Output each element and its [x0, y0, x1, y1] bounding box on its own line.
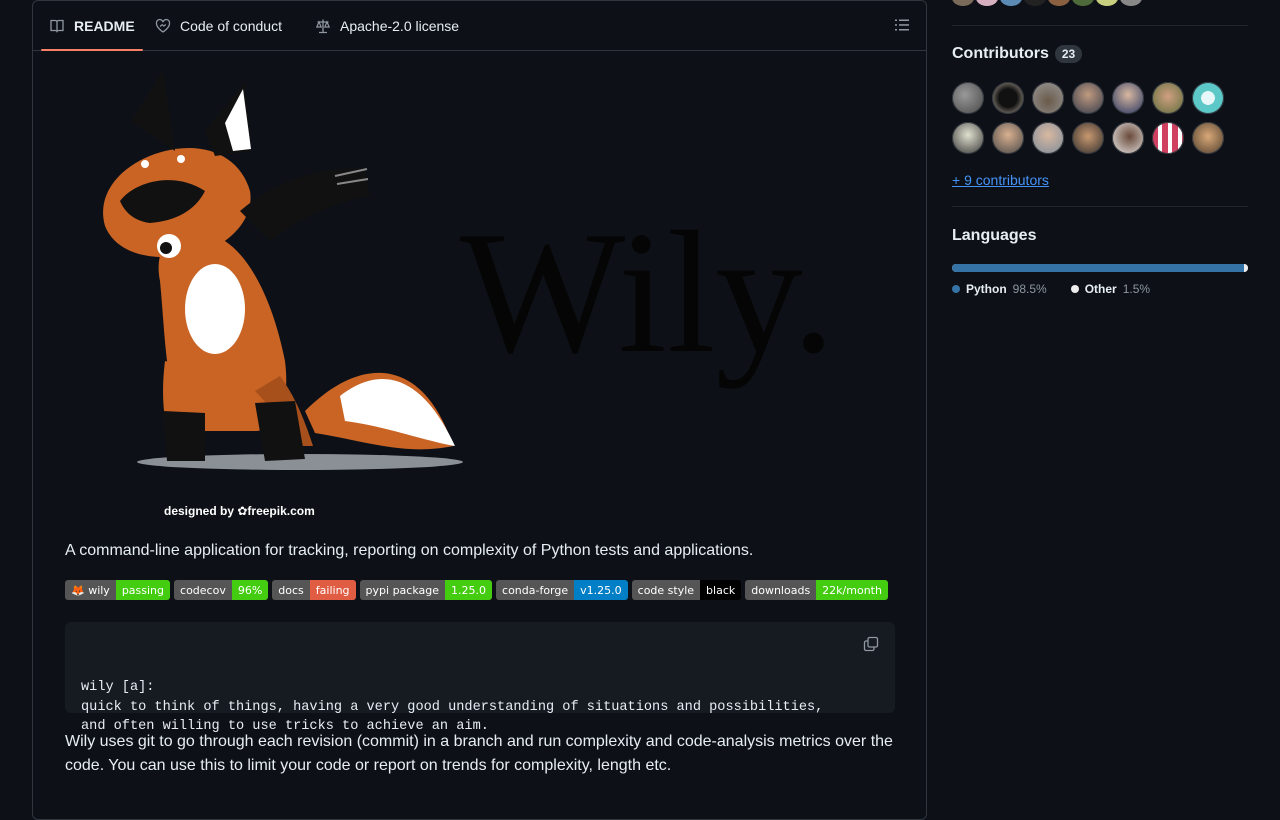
tab-code-of-conduct[interactable]: Code of conduct	[155, 1, 282, 50]
badge-label: downloads	[745, 580, 817, 600]
code-block: wily [a]: quick to think of things, havi…	[65, 622, 895, 734]
badge-label: 🦊 wily	[65, 580, 116, 600]
contributors-heading[interactable]: Contributors 23	[952, 45, 1083, 63]
language-name: Python	[966, 282, 1007, 296]
contributor-avatar[interactable]	[1192, 122, 1224, 154]
avatar[interactable]	[1096, 0, 1118, 6]
avatar[interactable]	[1120, 0, 1142, 6]
badge-value: 96%	[231, 580, 269, 600]
readme-description: A command-line application for tracking,…	[65, 542, 754, 559]
contributor-avatar[interactable]	[952, 82, 984, 114]
contributor-avatar[interactable]	[952, 122, 984, 154]
badge-wily-build[interactable]: 🦊 wily passing	[65, 580, 171, 600]
readme-tabs: README Code of conduct Apache-2.0 licens…	[33, 1, 926, 51]
tab-license-label: Apache-2.0 license	[340, 17, 460, 34]
divider	[952, 206, 1248, 207]
contributor-avatar[interactable]	[1192, 82, 1224, 114]
readme-paragraph: Wily uses git to go through each revisio…	[65, 733, 893, 774]
badge-code-style[interactable]: code style black	[631, 580, 742, 600]
language-bar-python	[952, 264, 1244, 272]
badge-label: code style	[631, 580, 701, 600]
badge-value: v1.25.0	[574, 580, 628, 600]
badge-docs[interactable]: docs failing	[272, 580, 356, 600]
tab-readme[interactable]: README	[41, 1, 143, 51]
languages-title: Languages	[952, 227, 1037, 244]
contributors-count: 23	[1054, 45, 1083, 63]
avatar[interactable]	[1048, 0, 1070, 6]
contributor-avatar[interactable]	[1152, 82, 1184, 114]
book-icon	[50, 19, 64, 33]
badge-codecov[interactable]: codecov 96%	[174, 580, 269, 600]
contributor-avatar[interactable]	[1072, 122, 1104, 154]
divider	[952, 25, 1248, 26]
more-contributors-link[interactable]: + 9 contributors	[952, 172, 1049, 188]
language-name: Other	[1084, 282, 1117, 296]
contributor-avatar[interactable]	[992, 82, 1024, 114]
language-other[interactable]: Other 1.5%	[1070, 282, 1151, 296]
language-percent: 98.5%	[1012, 282, 1047, 296]
tab-license[interactable]: Apache-2.0 license	[315, 1, 459, 50]
fox-illustration	[103, 71, 463, 470]
wily-wordmark: Wily.	[460, 195, 835, 389]
other-dot-icon	[1070, 285, 1079, 293]
credit-brand: freepik.com	[247, 504, 315, 518]
copy-icon[interactable]	[863, 636, 879, 652]
contributors-title: Contributors	[952, 45, 1049, 62]
avatar[interactable]	[1024, 0, 1046, 6]
top-avatar-strip	[952, 0, 1142, 6]
badge-value: passing	[115, 580, 171, 600]
language-bar	[952, 264, 1248, 272]
badge-row: 🦊 wily passing codecov 96% docs failing pyp…	[65, 580, 888, 600]
freepik-credit: designed by ✿freepik.com	[164, 504, 315, 518]
credit-prefix: designed by	[164, 504, 235, 518]
avatar[interactable]	[976, 0, 998, 6]
badge-label: conda-forge	[496, 580, 575, 600]
language-python[interactable]: Python 98.5%	[952, 282, 1047, 296]
tab-readme-label: README	[74, 17, 135, 34]
badge-value: black	[700, 580, 742, 600]
contributor-avatar[interactable]	[1032, 122, 1064, 154]
code-text: wily [a]: quick to think of things, havi…	[81, 680, 824, 734]
contributor-avatar[interactable]	[1112, 82, 1144, 114]
heart-icon	[155, 18, 171, 33]
law-icon	[315, 19, 331, 33]
badge-pypi[interactable]: pypi package 1.25.0	[359, 580, 493, 600]
list-unordered-icon[interactable]	[894, 17, 910, 33]
badge-value: 1.25.0	[445, 580, 493, 600]
contributor-avatars	[952, 82, 1242, 154]
avatar[interactable]	[952, 0, 974, 6]
badge-value: failing	[309, 580, 356, 600]
freepik-icon: ✿	[237, 504, 248, 518]
avatar[interactable]	[1072, 0, 1094, 6]
readme-panel: README Code of conduct Apache-2.0 licens…	[32, 0, 927, 820]
python-dot-icon	[952, 285, 960, 293]
language-list: Python 98.5% Other 1.5%	[952, 282, 1150, 296]
badge-conda-forge[interactable]: conda-forge v1.25.0	[496, 580, 628, 600]
tab-code-of-conduct-label: Code of conduct	[180, 17, 282, 34]
language-percent: 1.5%	[1122, 282, 1151, 296]
badge-label: docs	[272, 580, 310, 600]
contributor-avatar[interactable]	[1112, 122, 1144, 154]
contributor-avatar[interactable]	[1072, 82, 1104, 114]
badge-value: 22k/month	[816, 580, 888, 600]
badge-downloads[interactable]: downloads 22k/month	[745, 580, 888, 600]
languages-heading: Languages	[952, 227, 1036, 245]
language-bar-other	[1243, 264, 1248, 272]
wily-logo-image: Wily.	[103, 71, 835, 470]
contributor-avatar[interactable]	[992, 122, 1024, 154]
badge-label: codecov	[174, 580, 232, 600]
badge-label: pypi package	[359, 580, 446, 600]
contributor-avatar[interactable]	[1152, 122, 1184, 154]
avatar[interactable]	[1000, 0, 1022, 6]
contributor-avatar[interactable]	[1032, 82, 1064, 114]
